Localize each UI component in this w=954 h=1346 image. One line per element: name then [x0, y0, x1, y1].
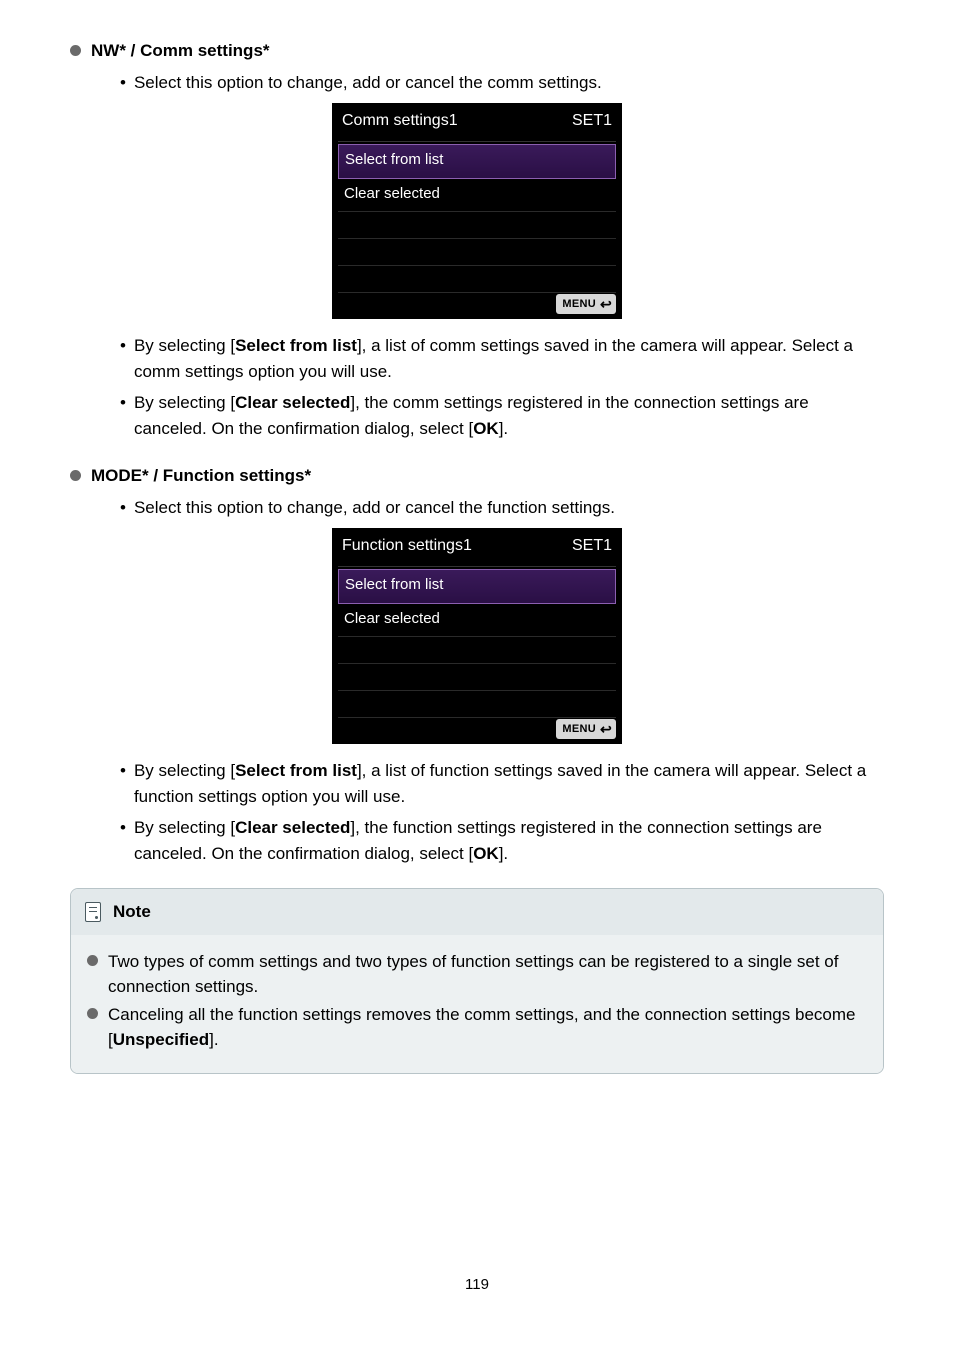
- sub-list: • By selecting [Select from list], a lis…: [120, 758, 884, 866]
- clear-selected-row: Clear selected: [338, 179, 616, 213]
- function-settings-screenshot: Function settings1 SET1 Select from list…: [332, 528, 622, 744]
- menu-label: MENU: [562, 296, 596, 313]
- comm-settings-screenshot: Comm settings1 SET1 Select from list Cle…: [332, 103, 622, 319]
- screenshot-container: Function settings1 SET1 Select from list…: [70, 528, 884, 744]
- select-from-list-row: Select from list: [338, 569, 616, 604]
- screenshot-header: Comm settings1 SET1: [332, 103, 622, 141]
- sub-list: • By selecting [Select from list], a lis…: [120, 333, 884, 441]
- intro-item: • Select this option to change, add or c…: [120, 70, 884, 96]
- clear-selected-note: • By selecting [Clear selected], the fun…: [120, 815, 884, 866]
- screenshot-header: Function settings1 SET1: [332, 528, 622, 566]
- small-bullet-icon: •: [120, 70, 126, 96]
- intro-text: Select this option to change, add or can…: [134, 70, 884, 96]
- small-bullet-icon: •: [120, 815, 126, 866]
- section-title: NW* / Comm settings*: [70, 38, 884, 64]
- empty-row: [338, 637, 616, 664]
- nw-comm-settings-section: NW* / Comm settings* • Select this optio…: [70, 38, 884, 441]
- note-text: By selecting [Clear selected], the funct…: [134, 815, 884, 866]
- screenshot-set-label: SET1: [572, 534, 612, 558]
- return-icon: ↩: [600, 299, 612, 309]
- note-text: Two types of comm settings and two types…: [108, 949, 867, 1000]
- note-box: Note Two types of comm settings and two …: [70, 888, 884, 1074]
- bullet-icon: [87, 1008, 98, 1019]
- menu-back-badge: MENU ↩: [556, 294, 616, 315]
- divider: [338, 566, 616, 567]
- bullet-icon: [70, 470, 81, 481]
- select-from-list-row: Select from list: [338, 144, 616, 179]
- small-bullet-icon: •: [120, 333, 126, 384]
- bullet-icon: [87, 955, 98, 966]
- screenshot-footer: MENU ↩: [556, 294, 616, 315]
- screenshot-set-label: SET1: [572, 109, 612, 133]
- note-text: By selecting [Select from list], a list …: [134, 333, 884, 384]
- divider: [338, 141, 616, 142]
- mode-function-settings-section: MODE* / Function settings* • Select this…: [70, 463, 884, 866]
- empty-row: [338, 664, 616, 691]
- screenshot-container: Comm settings1 SET1 Select from list Cle…: [70, 103, 884, 319]
- empty-row: [338, 266, 616, 293]
- return-icon: ↩: [600, 724, 612, 734]
- clear-selected-note: • By selecting [Clear selected], the com…: [120, 390, 884, 441]
- empty-row: [338, 212, 616, 239]
- note-text: By selecting [Select from list], a list …: [134, 758, 884, 809]
- select-from-list-note: • By selecting [Select from list], a lis…: [120, 333, 884, 384]
- small-bullet-icon: •: [120, 495, 126, 521]
- note-icon: [85, 902, 101, 922]
- intro-item: • Select this option to change, add or c…: [120, 495, 884, 521]
- empty-row: [338, 691, 616, 718]
- bullet-icon: [70, 45, 81, 56]
- menu-back-badge: MENU ↩: [556, 719, 616, 740]
- intro-text: Select this option to change, add or can…: [134, 495, 884, 521]
- small-bullet-icon: •: [120, 390, 126, 441]
- section-title: MODE* / Function settings*: [70, 463, 884, 489]
- note-text: By selecting [Clear selected], the comm …: [134, 390, 884, 441]
- clear-selected-row: Clear selected: [338, 604, 616, 638]
- note-text: Canceling all the function settings remo…: [108, 1002, 867, 1053]
- small-bullet-icon: •: [120, 758, 126, 809]
- note-item: Two types of comm settings and two types…: [87, 949, 867, 1000]
- section-heading: NW* / Comm settings*: [91, 38, 270, 64]
- empty-row: [338, 239, 616, 266]
- page-number: 119: [70, 1274, 884, 1297]
- section-heading: MODE* / Function settings*: [91, 463, 311, 489]
- screenshot-footer: MENU ↩: [556, 719, 616, 740]
- sub-list: • Select this option to change, add or c…: [120, 70, 884, 96]
- screenshot-title: Comm settings1: [342, 109, 458, 133]
- note-header: Note: [71, 889, 883, 935]
- note-item: Canceling all the function settings remo…: [87, 1002, 867, 1053]
- sub-list: • Select this option to change, add or c…: [120, 495, 884, 521]
- screenshot-title: Function settings1: [342, 534, 472, 558]
- menu-label: MENU: [562, 721, 596, 738]
- note-label: Note: [113, 899, 151, 925]
- note-body: Two types of comm settings and two types…: [71, 935, 883, 1073]
- select-from-list-note: • By selecting [Select from list], a lis…: [120, 758, 884, 809]
